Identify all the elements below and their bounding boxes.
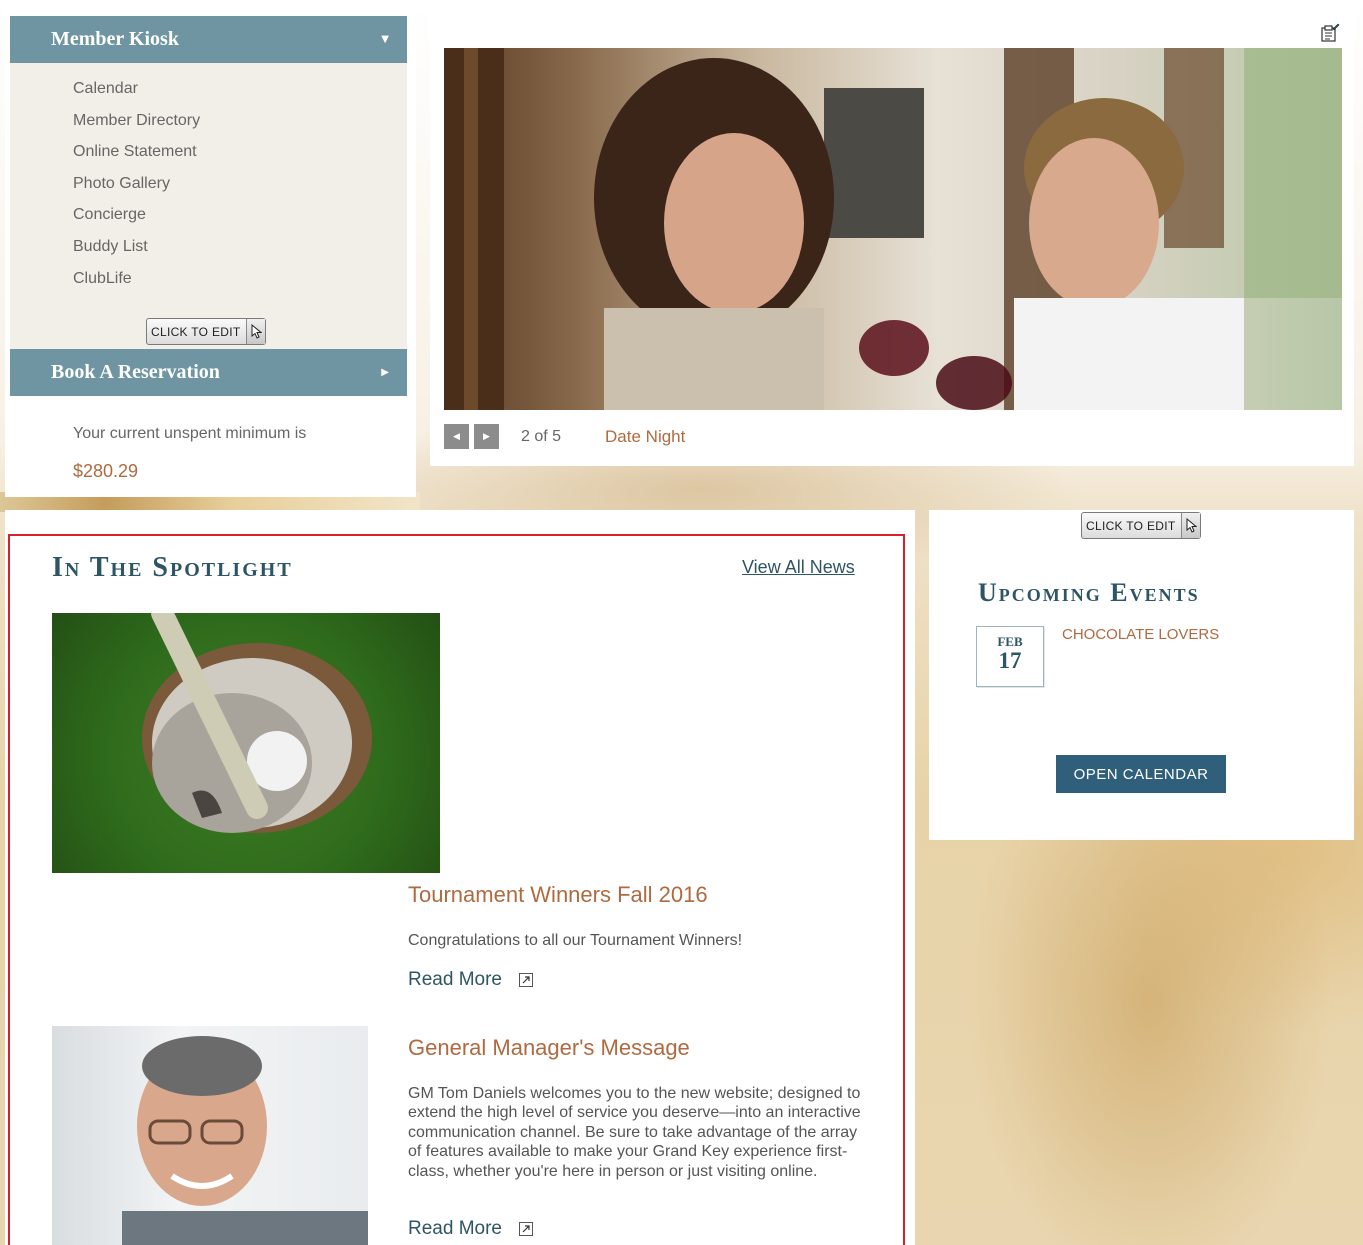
member-sidebar: Member Kiosk ▼ Calendar Member Directory… [5,5,416,497]
external-link-icon [519,973,533,987]
article-text-gm-message: GM Tom Daniels welcomes you to the new w… [408,1085,861,1180]
general-manager-photo[interactable] [52,1026,368,1245]
triangle-right-icon: ▶ [483,431,490,442]
read-more-link-tournament[interactable]: Read More [408,969,533,991]
upcoming-events-title: Upcoming Events [978,578,1200,607]
admin-edit-icon[interactable] [1320,23,1340,43]
kiosk-item-concierge[interactable]: Concierge [73,199,407,231]
next-slide-button[interactable]: ▶ [474,424,499,449]
read-more-link-gm-message[interactable]: Read More [408,1218,533,1240]
read-more-label: Read More [408,969,502,990]
golf-ball-in-hole-image[interactable] [52,613,440,873]
kiosk-item-photo-gallery[interactable]: Photo Gallery [73,168,407,200]
kiosk-item-calendar[interactable]: Calendar [73,73,407,105]
cursor-icon [1181,513,1201,538]
event-date-badge: FEB 17 [976,626,1044,687]
click-to-edit-label: CLICK TO EDIT [1086,518,1176,533]
article-heading-gm-message[interactable]: General Manager's Message [408,1035,690,1061]
upcoming-events-panel: CLICK TO EDIT Upcoming Events FEB 17 CHO… [929,510,1354,840]
triangle-left-icon: ◀ [453,431,460,442]
minimum-label: Your current unspent minimum is [73,425,307,442]
minimum-amount: $280.29 [73,461,139,481]
cursor-icon [246,319,266,344]
member-kiosk-title: Member Kiosk [51,28,179,50]
kiosk-item-clublife[interactable]: ClubLife [73,263,407,295]
open-calendar-button[interactable]: OPEN CALENDAR [1056,755,1226,793]
photo-slideshow: ◀ ▶ 2 of 5 Date Night [430,5,1354,466]
member-kiosk-accordion: Member Kiosk ▼ Calendar Member Directory… [10,16,407,396]
caret-down-icon: ▼ [381,34,389,45]
kiosk-item-buddy-list[interactable]: Buddy List [73,231,407,263]
kiosk-item-member-directory[interactable]: Member Directory [73,105,407,137]
click-to-edit-button[interactable]: CLICK TO EDIT [146,318,267,345]
article-heading-tournament[interactable]: Tournament Winners Fall 2016 [408,882,708,908]
event-link-chocolate-lovers[interactable]: CHOCOLATE LOVERS [1062,626,1219,643]
member-kiosk-menu: Calendar Member Directory Online Stateme… [10,63,407,349]
member-kiosk-header[interactable]: Member Kiosk ▼ [10,16,407,63]
kiosk-item-online-statement[interactable]: Online Statement [73,136,407,168]
book-reservation-header[interactable]: Book A Reservation ▶ [10,349,407,396]
view-all-news-link[interactable]: View All News [742,557,855,578]
click-to-edit-button[interactable]: CLICK TO EDIT [1081,512,1202,539]
spotlight-title: In The Spotlight [52,552,293,583]
slide-caption[interactable]: Date Night [605,427,685,447]
slide-counter: 2 of 5 [521,427,562,445]
previous-slide-button[interactable]: ◀ [444,424,469,449]
slideshow-controls: ◀ ▶ 2 of 5 Date Night [444,424,685,449]
slide-photo-couple-toasting [444,48,1342,410]
article-text-tournament: Congratulations to all our Tournament Wi… [408,932,743,949]
event-day: 17 [998,648,1022,673]
book-reservation-title: Book A Reservation [51,361,220,383]
read-more-label: Read More [408,1218,502,1239]
external-link-icon [519,1222,533,1236]
caret-right-icon: ▶ [381,367,389,378]
click-to-edit-label: CLICK TO EDIT [151,324,241,339]
